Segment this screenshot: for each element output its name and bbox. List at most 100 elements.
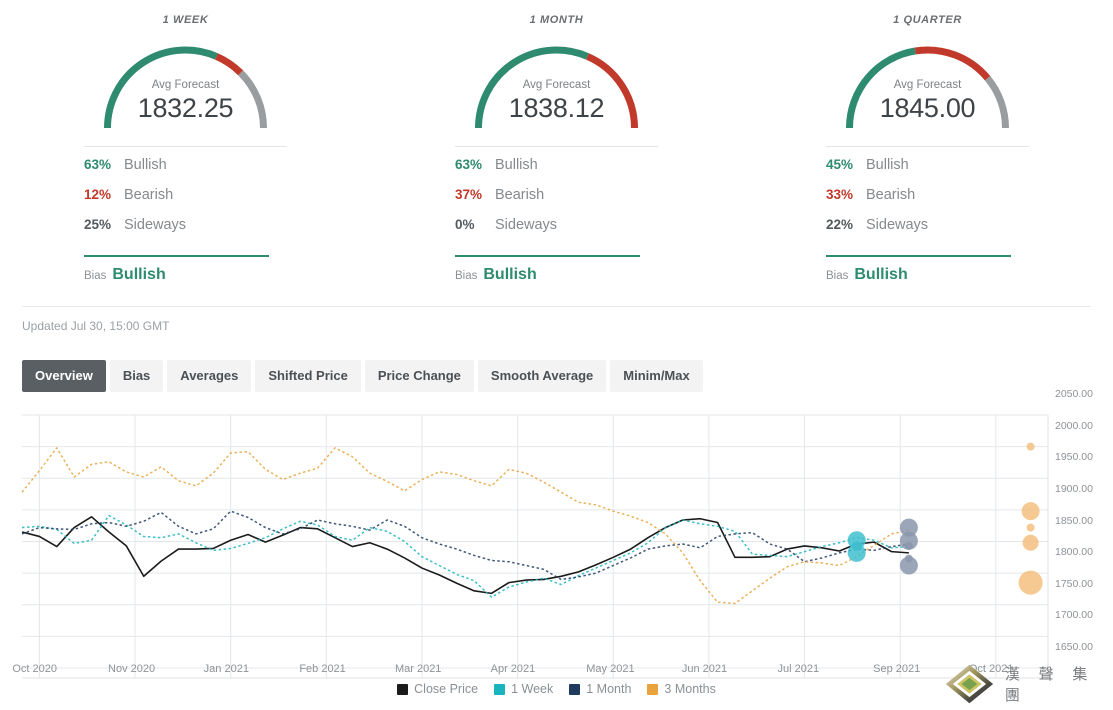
bearish-percent: 12% (84, 187, 124, 202)
y-axis-tick-label: 1650.00 (1055, 641, 1093, 653)
diamond-logo-icon (944, 660, 995, 708)
stat-row-bullish: 45% Bullish (826, 157, 1029, 187)
gauge-chart: Avg Forecast 1832.25 (83, 30, 288, 136)
x-axis-tick-label: Nov 2020 (108, 663, 155, 675)
sideways-label: Sideways (124, 217, 186, 233)
stat-row-bearish: 12% Bearish (84, 187, 287, 217)
sideways-percent: 22% (826, 217, 866, 232)
sideways-label: Sideways (495, 217, 557, 233)
card-title: 1 WEEK (163, 14, 209, 26)
tab-overview[interactable]: Overview (22, 360, 106, 392)
forecast-bubble (848, 544, 866, 562)
tab-averages[interactable]: Averages (167, 360, 251, 392)
forecast-card-1-month: 1 MONTH Avg Forecast 1838.12 63% Bullish… (371, 0, 742, 284)
series-line-3-months (22, 448, 909, 604)
bias-label: Bias (84, 270, 106, 282)
bearish-label: Bearish (866, 187, 915, 203)
legend-item[interactable]: 1 Month (569, 682, 631, 696)
gauge-svg (83, 30, 288, 136)
tab-smooth-average[interactable]: Smooth Average (478, 360, 606, 392)
gauge-svg (825, 30, 1030, 136)
forecast-bubble (1027, 443, 1035, 451)
legend-label: 3 Months (664, 682, 715, 696)
bias-divider (826, 255, 1011, 257)
tab-shifted-price[interactable]: Shifted Price (255, 360, 360, 392)
forecast-dashboard: 1 WEEK Avg Forecast 1832.25 63% Bullish … (0, 0, 1113, 710)
sentiment-stats: 45% Bullish 33% Bearish 22% Sideways (826, 146, 1029, 257)
x-axis-tick-label: Oct 2020 (12, 663, 57, 675)
forecast-card-1-quarter: 1 QUARTER Avg Forecast 1845.00 45% Bulli… (742, 0, 1113, 284)
stat-row-bullish: 63% Bullish (84, 157, 287, 187)
tab-bias[interactable]: Bias (110, 360, 163, 392)
card-title: 1 MONTH (530, 14, 584, 26)
y-axis-tick-label: 2000.00 (1055, 420, 1093, 432)
forecast-bubble (1019, 571, 1043, 595)
forecast-bubble (1023, 535, 1039, 551)
bearish-label: Bearish (495, 187, 544, 203)
updated-timestamp: Updated Jul 30, 15:00 GMT (22, 319, 1113, 333)
x-axis-tick-label: Apr 2021 (491, 663, 536, 675)
x-axis-tick-label: Sep 2021 (873, 663, 920, 675)
x-axis-tick-label: May 2021 (586, 663, 634, 675)
x-axis-tick-label: Jan 2021 (204, 663, 249, 675)
tab-minim-max[interactable]: Minim/Max (610, 360, 702, 392)
series-line-close-price (22, 517, 909, 594)
bias-value: Bullish (112, 266, 165, 284)
forecast-summary-row: 1 WEEK Avg Forecast 1832.25 63% Bullish … (0, 0, 1113, 284)
forecast-bubble (900, 557, 918, 575)
legend-label: Close Price (414, 682, 478, 696)
bullish-percent: 63% (455, 157, 495, 172)
bullish-label: Bullish (495, 157, 538, 173)
y-axis-tick-label: 1900.00 (1055, 483, 1093, 495)
bullish-percent: 45% (826, 157, 866, 172)
section-divider (22, 306, 1091, 307)
y-axis-tick-label: 1750.00 (1055, 578, 1093, 590)
series-line-1-month (22, 511, 909, 579)
bullish-label: Bullish (124, 157, 167, 173)
bearish-label: Bearish (124, 187, 173, 203)
bias-row: Bias Bullish (84, 266, 287, 284)
chart-tabs: OverviewBiasAveragesShifted PricePrice C… (22, 360, 1113, 392)
legend-label: 1 Week (511, 682, 553, 696)
sideways-label: Sideways (866, 217, 928, 233)
y-axis-tick-label: 1800.00 (1055, 546, 1093, 558)
y-axis-tick-label: 1850.00 (1055, 515, 1093, 527)
x-axis-tick-label: Jul 2021 (778, 663, 820, 675)
x-axis-tick-label: Jun 2021 (682, 663, 727, 675)
tab-price-change[interactable]: Price Change (365, 360, 474, 392)
sideways-percent: 0% (455, 217, 495, 232)
bias-row: Bias Bullish (826, 266, 1029, 284)
bias-label: Bias (826, 270, 848, 282)
stat-row-bullish: 63% Bullish (455, 157, 658, 187)
stat-row-sideways: 22% Sideways (826, 217, 1029, 247)
card-title: 1 QUARTER (893, 14, 962, 26)
legend-item[interactable]: 3 Months (647, 682, 715, 696)
series-line-1-week (22, 516, 909, 598)
legend-item[interactable]: 1 Week (494, 682, 553, 696)
y-axis-tick-label: 2050.00 (1055, 388, 1093, 400)
watermark-logo: 漢 聲 集 團 (944, 660, 1113, 708)
bias-divider (455, 255, 640, 257)
legend-swatch-icon (397, 684, 408, 695)
stat-row-sideways: 25% Sideways (84, 217, 287, 247)
legend-swatch-icon (494, 684, 505, 695)
x-axis-tick-label: Mar 2021 (395, 663, 441, 675)
sentiment-stats: 63% Bullish 37% Bearish 0% Sideways (455, 146, 658, 257)
bias-label: Bias (455, 270, 477, 282)
bias-value: Bullish (854, 266, 907, 284)
bias-row: Bias Bullish (455, 266, 658, 284)
bearish-percent: 37% (455, 187, 495, 202)
legend-swatch-icon (569, 684, 580, 695)
bias-divider (84, 255, 269, 257)
stat-row-bearish: 33% Bearish (826, 187, 1029, 217)
y-axis-tick-label: 1700.00 (1055, 609, 1093, 621)
forecast-card-1-week: 1 WEEK Avg Forecast 1832.25 63% Bullish … (0, 0, 371, 284)
bearish-percent: 33% (826, 187, 866, 202)
legend-label: 1 Month (586, 682, 631, 696)
sideways-percent: 25% (84, 217, 124, 232)
bullish-label: Bullish (866, 157, 909, 173)
legend-swatch-icon (647, 684, 658, 695)
watermark-text: 漢 聲 集 團 (1005, 663, 1113, 705)
legend-item[interactable]: Close Price (397, 682, 478, 696)
gauge-chart: Avg Forecast 1838.12 (454, 30, 659, 136)
